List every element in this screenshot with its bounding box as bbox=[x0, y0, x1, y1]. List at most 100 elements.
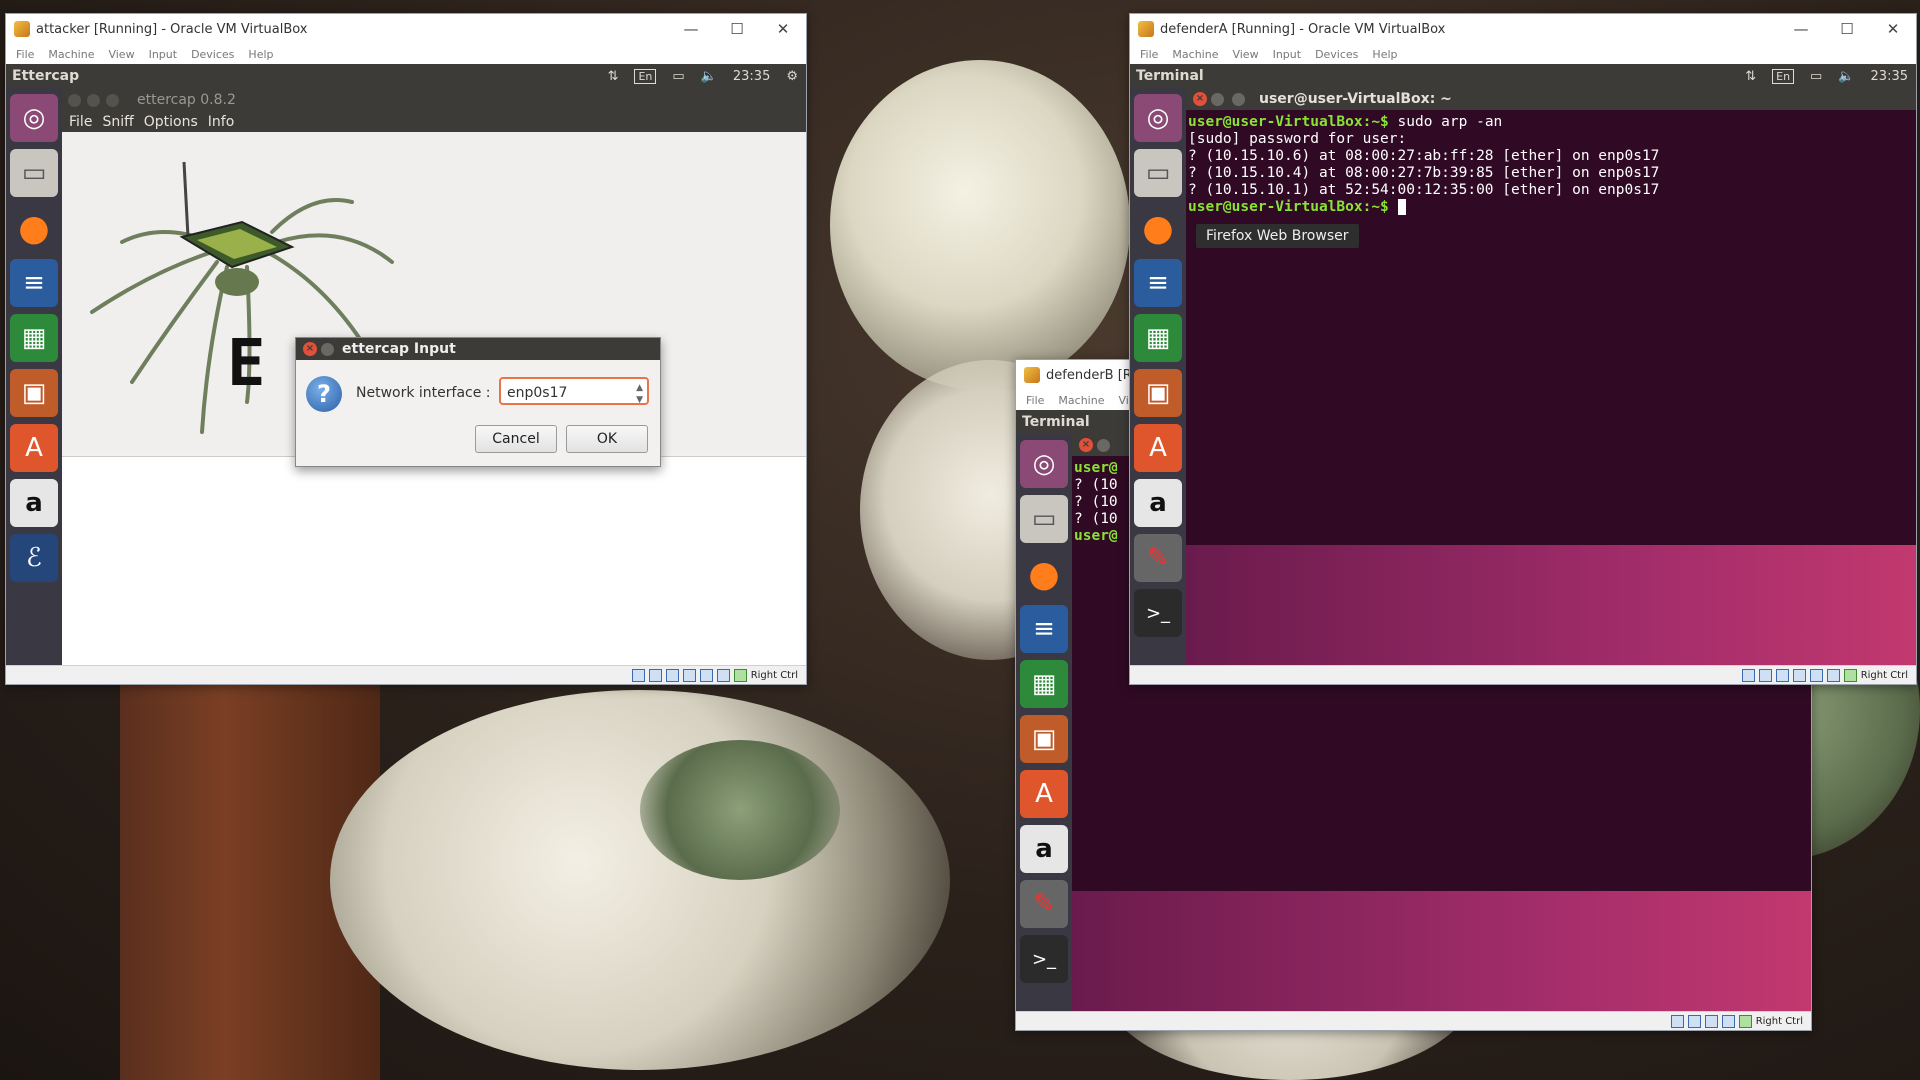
storage-icon[interactable] bbox=[1670, 1014, 1684, 1028]
calc-icon[interactable]: ▦ bbox=[1020, 660, 1068, 708]
menu-devices[interactable]: Devices bbox=[1315, 48, 1358, 61]
minimize-button[interactable]: — bbox=[668, 20, 714, 38]
capture-icon[interactable] bbox=[1738, 1014, 1752, 1028]
impress-icon[interactable]: ▣ bbox=[10, 369, 58, 417]
system-settings-icon[interactable]: ✎ bbox=[1134, 534, 1182, 582]
optical-icon[interactable] bbox=[1758, 668, 1772, 682]
writer-icon[interactable]: ≡ bbox=[1020, 605, 1068, 653]
menu-input[interactable]: Input bbox=[149, 48, 177, 61]
battery-icon[interactable]: ▭ bbox=[1810, 69, 1822, 84]
menu-info[interactable]: Info bbox=[208, 114, 235, 130]
cancel-button[interactable]: Cancel bbox=[475, 425, 557, 453]
storage-icon[interactable] bbox=[631, 668, 645, 682]
usb-icon[interactable] bbox=[682, 668, 696, 682]
ettercap-input-dialog[interactable]: × ettercap Input ? Network interface : e… bbox=[295, 337, 661, 467]
spin-arrows-icon[interactable]: ▲ ▼ bbox=[636, 379, 643, 406]
menu-file[interactable]: File bbox=[16, 48, 34, 61]
keyboard-indicator[interactable]: En bbox=[634, 68, 657, 84]
maximize-button[interactable]: ☐ bbox=[1824, 20, 1870, 38]
maximize-button[interactable]: ☐ bbox=[714, 20, 760, 38]
defenderA-titlebar[interactable]: defenderA [Running] - Oracle VM VirtualB… bbox=[1130, 14, 1916, 44]
defenderA-window[interactable]: defenderA [Running] - Oracle VM VirtualB… bbox=[1129, 13, 1917, 685]
menu-file[interactable]: File bbox=[69, 114, 92, 130]
network-icon[interactable] bbox=[665, 668, 679, 682]
amazon-icon[interactable]: a bbox=[1020, 825, 1068, 873]
writer-icon[interactable]: ≡ bbox=[10, 259, 58, 307]
close-icon[interactable]: × bbox=[1079, 438, 1093, 452]
menu-devices[interactable]: Devices bbox=[191, 48, 234, 61]
menu-help[interactable]: Help bbox=[1372, 48, 1397, 61]
menu-file[interactable]: File bbox=[1140, 48, 1158, 61]
capture-icon[interactable] bbox=[733, 668, 747, 682]
network-interface-combo[interactable]: enp0s17 ▲ ▼ bbox=[499, 377, 649, 405]
amazon-icon[interactable]: a bbox=[1134, 479, 1182, 527]
calc-icon[interactable]: ▦ bbox=[10, 314, 58, 362]
volume-icon[interactable]: 🔈 bbox=[1838, 69, 1854, 84]
storage-icon[interactable] bbox=[1741, 668, 1755, 682]
optical-icon[interactable] bbox=[648, 668, 662, 682]
menu-input[interactable]: Input bbox=[1273, 48, 1301, 61]
keyboard-indicator[interactable]: En bbox=[1772, 68, 1795, 84]
ubuntu-dash-icon[interactable]: ◎ bbox=[10, 94, 58, 142]
firefox-icon[interactable]: ● bbox=[1020, 550, 1068, 598]
menu-options[interactable]: Options bbox=[144, 114, 198, 130]
menu-machine[interactable]: Machine bbox=[1058, 394, 1104, 407]
minimize-icon[interactable] bbox=[1097, 438, 1110, 452]
terminal-icon[interactable]: >_ bbox=[1134, 589, 1182, 637]
files-icon[interactable]: ▭ bbox=[1134, 149, 1182, 197]
maximize-icon[interactable] bbox=[1232, 92, 1245, 106]
terminal-window[interactable]: × user@user-VirtualBox: ~ user@user-Virt… bbox=[1186, 88, 1916, 665]
settings-gear-icon[interactable]: ⚙ bbox=[786, 69, 798, 84]
menu-machine[interactable]: Machine bbox=[48, 48, 94, 61]
menu-help[interactable]: Help bbox=[248, 48, 273, 61]
optical-icon[interactable] bbox=[1687, 1014, 1701, 1028]
files-icon[interactable]: ▭ bbox=[1020, 495, 1068, 543]
usb-icon[interactable] bbox=[1792, 668, 1806, 682]
terminal-titlebar[interactable]: × user@user-VirtualBox: ~ bbox=[1186, 88, 1916, 110]
software-center-icon[interactable]: A bbox=[1134, 424, 1182, 472]
minimize-icon[interactable] bbox=[1211, 92, 1224, 106]
ettercap-log-pane[interactable] bbox=[62, 456, 806, 665]
amazon-icon[interactable]: a bbox=[10, 479, 58, 527]
attacker-titlebar[interactable]: attacker [Running] - Oracle VM VirtualBo… bbox=[6, 14, 806, 44]
menu-view[interactable]: View bbox=[108, 48, 134, 61]
network-arrows-icon[interactable]: ⇅ bbox=[1745, 69, 1756, 84]
clock[interactable]: 23:35 bbox=[1871, 69, 1908, 84]
calc-icon[interactable]: ▦ bbox=[1134, 314, 1182, 362]
system-settings-icon[interactable]: ✎ bbox=[1020, 880, 1068, 928]
network-icon[interactable] bbox=[1704, 1014, 1718, 1028]
close-icon[interactable] bbox=[68, 93, 81, 107]
display-icon[interactable] bbox=[716, 668, 730, 682]
menu-file[interactable]: File bbox=[1026, 394, 1044, 407]
close-button[interactable]: ✕ bbox=[1870, 20, 1916, 38]
menu-sniff[interactable]: Sniff bbox=[102, 114, 133, 130]
network-icon[interactable] bbox=[1775, 668, 1789, 682]
menu-machine[interactable]: Machine bbox=[1172, 48, 1218, 61]
ubuntu-dash-icon[interactable]: ◎ bbox=[1134, 94, 1182, 142]
usb-icon[interactable] bbox=[1721, 1014, 1735, 1028]
ettercap-titlebar[interactable]: ettercap 0.8.2 bbox=[62, 88, 806, 112]
impress-icon[interactable]: ▣ bbox=[1134, 369, 1182, 417]
ok-button[interactable]: OK bbox=[566, 425, 648, 453]
software-center-icon[interactable]: A bbox=[10, 424, 58, 472]
writer-icon[interactable]: ≡ bbox=[1134, 259, 1182, 307]
dialog-titlebar[interactable]: × ettercap Input bbox=[296, 338, 660, 360]
volume-icon[interactable]: 🔈 bbox=[701, 69, 717, 84]
shared-folder-icon[interactable] bbox=[1809, 668, 1823, 682]
close-button[interactable]: ✕ bbox=[760, 20, 806, 38]
maximize-icon[interactable] bbox=[106, 93, 119, 107]
terminal-icon[interactable]: >_ bbox=[1020, 935, 1068, 983]
firefox-icon[interactable]: ● bbox=[1134, 204, 1182, 252]
shared-folder-icon[interactable] bbox=[699, 668, 713, 682]
battery-icon[interactable]: ▭ bbox=[672, 69, 684, 84]
software-center-icon[interactable]: A bbox=[1020, 770, 1068, 818]
ettercap-icon[interactable]: ℰ bbox=[10, 534, 58, 582]
impress-icon[interactable]: ▣ bbox=[1020, 715, 1068, 763]
close-icon[interactable]: × bbox=[303, 342, 317, 356]
minimize-icon[interactable] bbox=[321, 342, 334, 356]
clock[interactable]: 23:35 bbox=[733, 69, 770, 84]
network-arrows-icon[interactable]: ⇅ bbox=[608, 69, 619, 84]
capture-icon[interactable] bbox=[1843, 668, 1857, 682]
minimize-icon[interactable] bbox=[87, 93, 100, 107]
firefox-icon[interactable]: ● bbox=[10, 204, 58, 252]
